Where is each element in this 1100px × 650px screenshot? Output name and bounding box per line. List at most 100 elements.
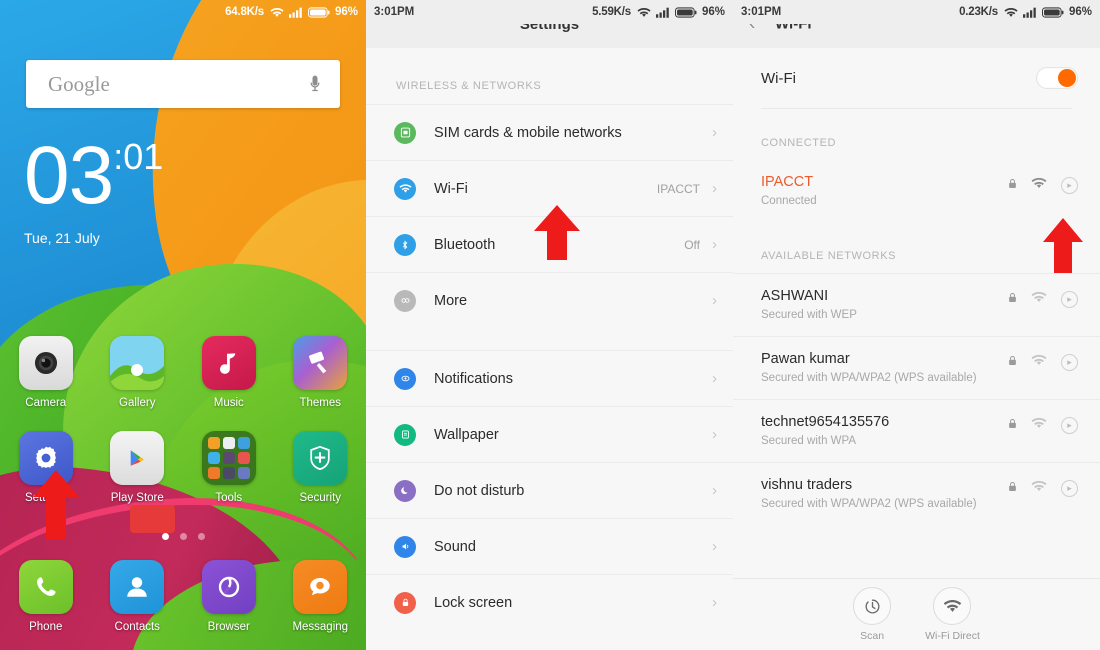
- more-icon: [394, 289, 416, 312]
- network-ssid: ASHWANI: [761, 288, 829, 305]
- dock: Phone Contacts Browser Messaging: [0, 560, 366, 633]
- button-label: Wi-Fi Direct: [925, 630, 980, 642]
- network-ssid: vishnu traders: [761, 477, 853, 494]
- network-details-button[interactable]: ▸: [1061, 176, 1078, 194]
- browser-icon: [201, 560, 256, 614]
- app-label: Messaging: [292, 621, 349, 633]
- chevron-right-icon: ›: [712, 482, 717, 499]
- google-search-widget[interactable]: Google: [26, 60, 340, 108]
- search-input[interactable]: Google: [26, 72, 298, 97]
- microphone-icon[interactable]: [298, 74, 332, 94]
- app-label: Tools: [215, 492, 243, 504]
- app-contacts[interactable]: Contacts: [92, 560, 184, 633]
- settings-row-label: Wi-Fi: [434, 180, 468, 197]
- settings-list-device: Notifications › Wallpaper › Do not distu…: [366, 350, 733, 630]
- wifi-direct-button[interactable]: Wi-Fi Direct: [925, 587, 980, 642]
- battery-percentage-text: 96%: [334, 6, 358, 18]
- network-speed-text: 0.23K/s: [959, 6, 998, 18]
- wifi-toggle-row[interactable]: Wi-Fi: [733, 48, 1100, 108]
- network-row-connected[interactable]: IPACCT Connected ▸: [733, 160, 1100, 222]
- app-messaging[interactable]: Messaging: [275, 560, 367, 633]
- chevron-right-icon: ›: [712, 370, 717, 387]
- screenshot-stage: 64.8K/s 96% Google 03:01 Tue, 21 July Ca…: [0, 0, 1100, 650]
- app-gallery[interactable]: Gallery: [92, 336, 184, 409]
- network-details-button[interactable]: ▸: [1061, 290, 1078, 308]
- wifi-bottom-bar: Scan Wi-Fi Direct: [733, 578, 1100, 650]
- battery-percentage-text: 96%: [1068, 6, 1092, 18]
- settings-status-bar: 3:01PM 5.59K/s 96%: [366, 0, 733, 24]
- battery-icon: [674, 6, 697, 18]
- clock-minutes: 01: [123, 136, 164, 177]
- app-play-store[interactable]: Play Store: [92, 431, 184, 504]
- arrow-pointing-connected-network-details: [1043, 218, 1083, 273]
- settings-row-sound[interactable]: Sound ›: [366, 518, 733, 574]
- wifi-signal-icon: [1031, 416, 1047, 434]
- wifi-icon: [394, 177, 416, 200]
- app-label: Play Store: [110, 492, 164, 504]
- wifi-icon: [1004, 7, 1018, 18]
- settings-row-more[interactable]: More ›: [366, 272, 733, 328]
- page-dot-1[interactable]: [161, 533, 169, 540]
- settings-row-label: More: [434, 292, 468, 309]
- sim-card-icon: [394, 121, 416, 144]
- network-details-button[interactable]: ▸: [1061, 416, 1078, 434]
- app-label: Themes: [299, 397, 342, 409]
- network-ssid: Pawan kumar: [761, 351, 850, 368]
- lock-icon: [1008, 353, 1017, 371]
- wifi-signal-icon: [1031, 176, 1047, 194]
- status-time-text: 3:01PM: [374, 6, 415, 18]
- wifi-icon: [637, 7, 651, 18]
- bluetooth-icon: [394, 233, 416, 256]
- network-speed-text: 5.59K/s: [592, 6, 631, 18]
- settings-row-lock-screen[interactable]: Lock screen ›: [366, 574, 733, 630]
- shield-plus-icon: [293, 431, 348, 485]
- network-row[interactable]: vishnu traders Secured with WPA/WPA2 (WP…: [733, 462, 1100, 525]
- lock-icon: [1008, 176, 1017, 194]
- app-camera[interactable]: Camera: [0, 336, 92, 409]
- wifi-toggle-switch[interactable]: [1036, 67, 1078, 89]
- network-details-button[interactable]: ▸: [1061, 353, 1078, 371]
- chevron-right-icon: ›: [712, 538, 717, 555]
- settings-row-label: Notifications: [434, 370, 513, 387]
- network-details-button[interactable]: ▸: [1061, 479, 1078, 497]
- wifi-status-bar: 3:01PM 0.23K/s 96%: [733, 0, 1100, 24]
- camera-icon: [18, 336, 73, 390]
- chevron-right-icon: ›: [712, 236, 717, 253]
- settings-row-sim-cards[interactable]: SIM cards & mobile networks ›: [366, 104, 733, 160]
- network-row[interactable]: Pawan kumar Secured with WPA/WPA2 (WPS a…: [733, 336, 1100, 399]
- wifi-panel: 3:01PM 0.23K/s 96% ‹ Wi-Fi Wi-Fi CONNECT…: [733, 0, 1100, 650]
- section-header-wireless: WIRELESS & NETWORKS: [396, 80, 542, 92]
- app-browser[interactable]: Browser: [183, 560, 275, 633]
- settings-row-do-not-disturb[interactable]: Do not disturb ›: [366, 462, 733, 518]
- clock-colon: :: [113, 136, 124, 177]
- section-header-connected: CONNECTED: [761, 137, 837, 149]
- gallery-icon: [110, 336, 165, 390]
- person-icon: [110, 560, 165, 614]
- folder-icon: [201, 431, 256, 485]
- home-screen-panel: 64.8K/s 96% Google 03:01 Tue, 21 July Ca…: [0, 0, 366, 650]
- clock-widget: 03:01 Tue, 21 July: [24, 135, 164, 246]
- status-time-text: 3:01PM: [741, 6, 782, 18]
- bell-icon: [394, 367, 416, 390]
- app-security[interactable]: Security: [275, 431, 367, 504]
- app-themes[interactable]: Themes: [275, 336, 367, 409]
- app-tools-folder[interactable]: Tools: [183, 431, 275, 504]
- wifi-signal-icon: [1031, 290, 1047, 308]
- network-security: Secured with WPA: [761, 435, 857, 448]
- phone-icon: [18, 560, 73, 614]
- page-dot-2[interactable]: [179, 533, 187, 540]
- scan-button[interactable]: Scan: [853, 587, 892, 642]
- network-row[interactable]: ASHWANI Secured with WEP ▸: [733, 273, 1100, 336]
- app-label: Gallery: [119, 397, 156, 409]
- wifi-toggle-label: Wi-Fi: [761, 69, 796, 87]
- app-phone[interactable]: Phone: [0, 560, 92, 633]
- home-status-bar: 64.8K/s 96%: [0, 0, 366, 24]
- app-music[interactable]: Music: [183, 336, 275, 409]
- settings-row-label: SIM cards & mobile networks: [434, 124, 622, 141]
- settings-row-wallpaper[interactable]: Wallpaper ›: [366, 406, 733, 462]
- list-gap: [366, 328, 733, 350]
- clock-date: Tue, 21 July: [24, 230, 100, 246]
- settings-row-notifications[interactable]: Notifications ›: [366, 350, 733, 406]
- network-row[interactable]: technet9654135576 Secured with WPA ▸: [733, 399, 1100, 462]
- page-dot-3[interactable]: [197, 533, 205, 540]
